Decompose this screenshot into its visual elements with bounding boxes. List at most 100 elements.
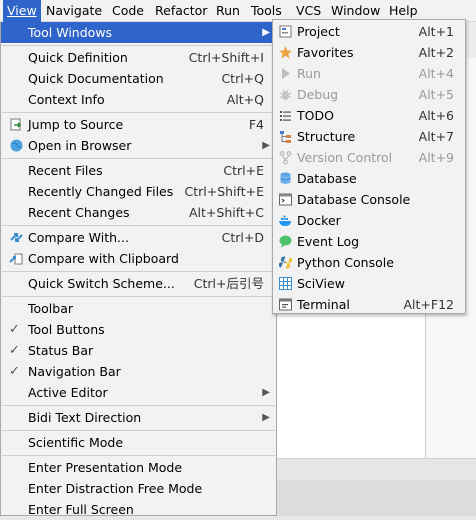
menu-item-label: Enter Full Screen [28, 502, 134, 517]
submenu-arrow-icon: ▶ [262, 387, 270, 398]
menu-run[interactable]: Run [212, 0, 244, 22]
menu-view[interactable]: View [3, 0, 41, 22]
tool-window-docker[interactable]: Docker [273, 210, 465, 231]
compare-icon [10, 233, 23, 242]
menu-item-compare-with-clipboard[interactable]: Compare with Clipboard [1, 248, 276, 269]
menu-item-shortcut: Ctrl+E [223, 163, 264, 178]
menu-item-full-screen[interactable]: Enter Full Screen [1, 499, 276, 520]
python-console-icon [279, 256, 292, 269]
menu-item-tool-windows[interactable]: Tool Windows ▶ [1, 22, 276, 43]
submenu-arrow-icon: ▶ [262, 412, 270, 423]
menu-item-label: Scientific Mode [28, 435, 124, 450]
menu-item-shortcut: Alt+2 [418, 45, 454, 60]
menu-item-label: Active Editor [28, 385, 108, 400]
tool-window-python-console[interactable]: Python Console [273, 252, 465, 273]
menu-item-distraction-free-mode[interactable]: Enter Distraction Free Mode [1, 478, 276, 499]
menu-item-shortcut: Alt+Shift+C [188, 205, 264, 220]
menu-item-compare-with[interactable]: Compare With... Ctrl+D [1, 227, 276, 248]
menu-item-label: Database [297, 171, 357, 186]
menu-item-shortcut: F4 [248, 117, 264, 132]
menu-item-shortcut: Alt+9 [418, 150, 454, 165]
menu-item-recent-files[interactable]: Recent Files Ctrl+E [1, 160, 276, 181]
menu-item-label: Database Console [297, 192, 411, 207]
menu-item-label: Navigation Bar [28, 364, 121, 379]
menu-item-quick-switch-scheme[interactable]: Quick Switch Scheme... Ctrl+后引号 [1, 273, 276, 294]
menu-navigate[interactable]: Navigate [42, 0, 106, 22]
status-bar-strip [276, 480, 476, 516]
tool-window-run[interactable]: Run Alt+4 [273, 63, 465, 84]
checkmark-icon: ✓ [9, 343, 20, 358]
menu-refactor[interactable]: Refactor [151, 0, 211, 22]
menu-item-label: Recent Files [28, 163, 103, 178]
checkmark-icon: ✓ [9, 322, 20, 337]
compare-clipboard-icon [9, 253, 23, 265]
menu-item-jump-to-source[interactable]: Jump to Source F4 [1, 114, 276, 135]
tool-window-database-console[interactable]: Database Console [273, 189, 465, 210]
tool-windows-submenu: Project Alt+1 Favorites Alt+2 Run Alt+4 … [272, 19, 466, 314]
structure-icon [280, 131, 291, 143]
menu-item-active-editor[interactable]: Active Editor ▶ [1, 382, 276, 403]
menu-item-shortcut: Ctrl+Shift+E [184, 184, 265, 199]
sciview-icon [279, 277, 292, 290]
menu-item-scientific-mode[interactable]: Scientific Mode [1, 432, 276, 453]
tool-window-version-control[interactable]: Version Control Alt+9 [273, 147, 465, 168]
tool-window-structure[interactable]: Structure Alt+7 [273, 126, 465, 147]
tool-window-todo[interactable]: TODO Alt+6 [273, 105, 465, 126]
menu-item-label: SciView [297, 276, 345, 291]
menu-item-label: Compare with Clipboard [28, 251, 179, 266]
menu-item-presentation-mode[interactable]: Enter Presentation Mode [1, 457, 276, 478]
menu-item-label: Terminal [297, 297, 350, 312]
menu-item-shortcut: Ctrl+Q [221, 71, 264, 86]
tool-window-terminal[interactable]: Terminal Alt+F12 [273, 294, 465, 315]
menu-item-label: Debug [297, 87, 339, 102]
submenu-arrow-icon: ▶ [262, 27, 270, 38]
menu-item-label: Tool Windows [28, 25, 113, 40]
database-console-icon [279, 193, 292, 206]
debug-icon [279, 89, 292, 100]
menu-item-shortcut: Ctrl+Shift+I [188, 50, 264, 65]
menu-item-navigation-bar[interactable]: ✓ Navigation Bar [1, 361, 276, 382]
tool-window-event-log[interactable]: Event Log [273, 231, 465, 252]
menu-separator [2, 225, 275, 226]
menu-separator [2, 296, 275, 297]
menu-separator [2, 271, 275, 272]
menu-item-status-bar[interactable]: ✓ Status Bar [1, 340, 276, 361]
terminal-icon [279, 298, 292, 311]
menu-item-shortcut: Alt+F12 [403, 297, 455, 312]
tool-window-database[interactable]: Database [273, 168, 465, 189]
todo-icon [280, 111, 291, 121]
menu-separator [2, 430, 275, 431]
menu-item-toolbar[interactable]: Toolbar [1, 298, 276, 319]
menu-item-recent-changes[interactable]: Recent Changes Alt+Shift+C [1, 202, 276, 223]
menu-item-tool-buttons[interactable]: ✓ Tool Buttons [1, 319, 276, 340]
version-control-icon [279, 151, 292, 165]
menu-separator [2, 158, 275, 159]
menu-item-label: Event Log [297, 234, 360, 249]
menu-item-bidi-text-direction[interactable]: Bidi Text Direction ▶ [1, 407, 276, 428]
menu-item-label: Structure [297, 129, 356, 144]
menu-item-quick-documentation[interactable]: Quick Documentation Ctrl+Q [1, 68, 276, 89]
menu-item-label: Python Console [297, 255, 394, 270]
menu-item-context-info[interactable]: Context Info Alt+Q [1, 89, 276, 110]
menu-item-label: Status Bar [28, 343, 94, 358]
tool-window-debug[interactable]: Debug Alt+5 [273, 84, 465, 105]
menu-item-quick-definition[interactable]: Quick Definition Ctrl+Shift+I [1, 47, 276, 68]
menu-separator [2, 45, 275, 46]
menu-item-shortcut: Alt+5 [418, 87, 454, 102]
menu-item-recently-changed-files[interactable]: Recently Changed Files Ctrl+Shift+E [1, 181, 276, 202]
menu-item-label: Enter Distraction Free Mode [28, 481, 203, 496]
menu-code[interactable]: Code [108, 0, 148, 22]
tool-window-favorites[interactable]: Favorites Alt+2 [273, 42, 465, 63]
menu-item-open-in-browser[interactable]: Open in Browser ▶ [1, 135, 276, 156]
menu-separator [2, 455, 275, 456]
jump-to-source-icon [10, 118, 22, 131]
tool-window-project[interactable]: Project Alt+1 [273, 21, 465, 42]
menu-item-shortcut: Alt+Q [226, 92, 264, 107]
tool-window-sciview[interactable]: SciView [273, 273, 465, 294]
menu-item-label: Jump to Source [28, 117, 124, 132]
menu-item-label: Toolbar [28, 301, 74, 316]
checkmark-icon: ✓ [9, 364, 20, 379]
database-icon [280, 172, 291, 184]
menu-item-label: Context Info [28, 92, 105, 107]
menu-item-shortcut: Ctrl+D [221, 230, 264, 245]
